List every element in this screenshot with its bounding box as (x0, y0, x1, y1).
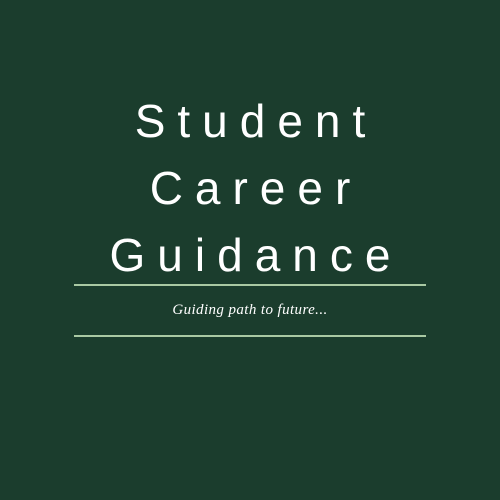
title-line-student: Student (134, 95, 378, 147)
page-title: Student Career Guidance (0, 88, 500, 289)
tagline: Guiding path to future... (172, 302, 328, 318)
bottom-divider (74, 335, 426, 337)
top-divider (74, 284, 426, 286)
title-line-guidance: Guidance (109, 229, 403, 281)
title-line-career: Career (149, 162, 363, 214)
